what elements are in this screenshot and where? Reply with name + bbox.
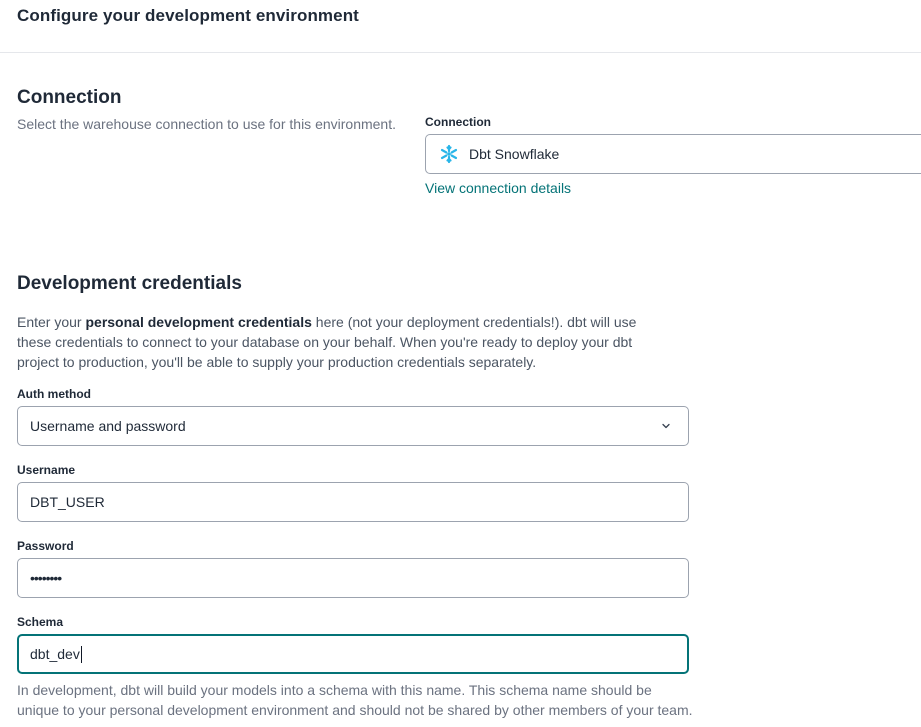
password-label: Password (17, 539, 74, 553)
page-title: Configure your development environment (17, 6, 359, 25)
username-value: DBT_USER (30, 494, 105, 510)
connection-section-title: Connection (17, 87, 122, 108)
auth-method-select[interactable]: Username and password (17, 406, 689, 446)
auth-method-value: Username and password (30, 418, 186, 434)
schema-help-text: In development, dbt will build your mode… (17, 682, 693, 718)
schema-value: dbt_dev (30, 646, 80, 662)
connection-description: Select the warehouse connection to use f… (17, 116, 396, 132)
view-connection-details-link[interactable]: View connection details (425, 180, 571, 196)
auth-method-label: Auth method (17, 387, 91, 401)
password-value: •••••••• (30, 570, 62, 586)
connection-selected-value: Dbt Snowflake (469, 146, 560, 162)
text-cursor (80, 645, 82, 663)
connection-field-label: Connection (425, 115, 491, 129)
connection-select[interactable]: Dbt Snowflake (425, 134, 921, 174)
schema-label: Schema (17, 615, 64, 629)
credentials-desc-bold: personal development credentials (85, 314, 312, 330)
snowflake-icon (438, 143, 460, 165)
credentials-description: Enter your personal development credenti… (17, 312, 657, 372)
credentials-section-title: Development credentials (17, 273, 242, 294)
chevron-down-icon (660, 420, 672, 432)
password-input[interactable]: •••••••• (17, 558, 689, 598)
username-input[interactable]: DBT_USER (17, 482, 689, 522)
header-divider (0, 52, 921, 53)
username-label: Username (17, 463, 76, 477)
configure-environment-page: Configure your development environment C… (0, 0, 921, 727)
credentials-desc-prefix: Enter your (17, 314, 86, 330)
schema-input[interactable]: dbt_dev (17, 634, 689, 674)
